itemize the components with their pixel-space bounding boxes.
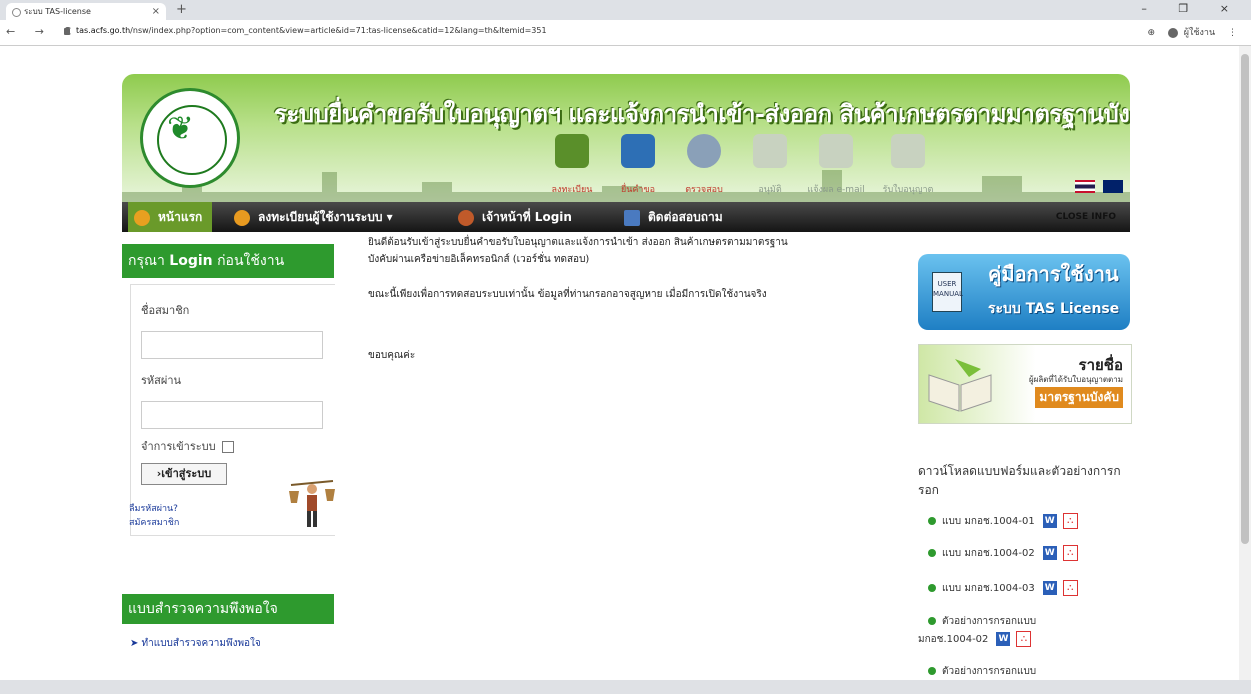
process-steps: ลงทะเบียน ยื่นคำขอ ตรวจสอบ อนุมัติ แจ้งผ… [542, 134, 1002, 200]
bullet-icon [928, 549, 936, 557]
close-info-link[interactable]: CLOSE INFO [1056, 202, 1116, 232]
pdf-icon[interactable]: ⛬ [1062, 513, 1078, 529]
bullet-icon [928, 517, 936, 525]
step-review: ตรวจสอบ [674, 134, 734, 196]
remember-me[interactable]: จำการเข้าระบบ [141, 437, 234, 455]
survey-link[interactable]: ➤ ทำแบบสำรวจความพึงพอใจ [130, 636, 261, 651]
page-content: ❦ ระบบยื่นคำขอรับใบอนุญาตฯ และแจ้งการนำเ… [122, 74, 1132, 694]
browser-tab-bar: ระบบ TAS-license × + – ❐ × [0, 0, 1251, 20]
form-icon [621, 134, 655, 168]
tab-title: ระบบ TAS-license [24, 7, 91, 16]
password-label: รหัสผ่าน [141, 374, 182, 387]
welcome-text-1: ยินดีต้อนรับเข้าสู่ระบบยื่นคำขอรับใบอนุญ… [368, 237, 788, 248]
word-icon[interactable]: W [996, 632, 1011, 646]
login-form: ชื่อสมาชิก รหัสผ่าน จำการเข้าระบบ ›เข้าส… [129, 284, 335, 536]
pdf-icon[interactable]: ⛬ [1062, 580, 1078, 596]
download-item-cont: มกอช.1004-02 W ⛬ [918, 631, 1032, 647]
home-icon [134, 209, 150, 226]
login-button[interactable]: ›เข้าสู่ระบบ [141, 463, 227, 485]
browser-right-controls: ⊕ ผู้ใช้งาน ⋮ [1147, 25, 1237, 39]
banner-title: ระบบยื่นคำขอรับใบอนุญาตฯ และแจ้งการนำเข้… [274, 99, 1130, 128]
step-register: ลงทะเบียน [542, 134, 602, 196]
test-notice: ขณะนี้เพียงเพื่อการทดสอบระบบเท่านั้น ข้อ… [368, 289, 767, 300]
download-item: แบบ มกอช.1004-01 W ⛬ [928, 513, 1078, 529]
step-email: แจ้งผล e-mail [806, 134, 866, 196]
browser-tab[interactable]: ระบบ TAS-license × [6, 3, 166, 20]
pdf-icon[interactable]: ⛬ [1062, 545, 1078, 561]
tab-close-icon[interactable]: × [152, 3, 160, 20]
url-field[interactable]: tas.acfs.go.th/nsw/index.php?option=com_… [76, 26, 547, 35]
approved-subtitle: ผู้ผลิตที่ได้รับใบอนุญาตตาม [1028, 375, 1123, 384]
forgot-password-link[interactable]: ลืมรหัสผ่าน? [129, 501, 178, 515]
username-label: ชื่อสมาชิก [141, 304, 190, 317]
profile-avatar-icon[interactable] [1167, 27, 1178, 38]
word-icon[interactable]: W [1042, 546, 1057, 560]
login-title: กรุณา Login ก่อนใช้งาน [122, 244, 334, 278]
browser-menu-icon[interactable]: ⋮ [1228, 28, 1237, 38]
language-switcher [1072, 178, 1124, 197]
department-seal-logo: ❦ [140, 88, 240, 188]
step-certificate: รับใบอนุญาต [878, 134, 938, 196]
manual-title: คู่มือการใช้งาน [988, 262, 1119, 286]
approve-icon [753, 134, 787, 168]
word-icon[interactable]: W [1042, 514, 1057, 528]
bullet-icon [928, 617, 936, 625]
bullet-icon [928, 584, 936, 592]
contact-icon [624, 209, 640, 226]
download-item: แบบ มกอช.1004-03 W ⛬ [928, 580, 1078, 596]
step-apply: ยื่นคำขอ [608, 134, 668, 196]
favicon-icon [12, 8, 21, 17]
downloads-title: ดาวน์โหลดแบบฟอร์มและตัวอย่างการกรอก [918, 464, 1121, 497]
menu-contact[interactable]: ติดต่อสอบถาม [624, 202, 723, 232]
menu-staff-login[interactable]: เจ้าหน้าที่ Login [458, 202, 572, 232]
survey-title: แบบสำรวจความพึงพอใจ [122, 594, 334, 624]
window-controls[interactable]: – ❐ × [1141, 2, 1243, 15]
welcome-content: ยินดีต้อนรับเข้าสู่ระบบยื่นคำขอรับใบอนุญ… [368, 234, 898, 364]
menu-home[interactable]: หน้าแรก [128, 202, 213, 232]
menu-register[interactable]: ลงทะเบียนผู้ใช้งานระบบ ▾ [234, 202, 393, 232]
bullet-icon [928, 667, 936, 675]
password-input[interactable] [141, 401, 323, 429]
staff-icon [458, 209, 474, 226]
pdf-icon[interactable]: ⛬ [1016, 631, 1032, 647]
magnifier-icon [687, 134, 721, 168]
address-bar: ← → C tas.acfs.go.th/nsw/index.php?optio… [0, 20, 1251, 46]
zoom-icon[interactable]: ⊕ [1147, 28, 1155, 38]
email-icon [819, 134, 853, 168]
farmer-illustration-icon [289, 480, 335, 527]
new-tab-button[interactable]: + [176, 2, 187, 17]
approved-producers-banner[interactable]: รายชื่อ ผู้ผลิตที่ได้รับใบอนุญาตตาม มาตร… [918, 344, 1132, 424]
profile-label[interactable]: ผู้ใช้งาน [1184, 28, 1215, 38]
register-icon [555, 134, 589, 168]
remember-checkbox[interactable] [221, 441, 234, 453]
uk-flag-icon[interactable] [1103, 180, 1124, 193]
thai-flag-icon[interactable] [1075, 180, 1095, 193]
download-item: ตัวอย่างการกรอกแบบ [928, 664, 1036, 679]
username-input[interactable] [141, 331, 323, 359]
approved-tag: มาตรฐานบังคับ [1035, 387, 1123, 408]
word-icon[interactable]: W [1042, 581, 1057, 595]
user-manual-banner[interactable]: USER MANUAL คู่มือการใช้งาน ระบบ TAS Lic… [918, 254, 1130, 330]
download-item: แบบ มกอช.1004-02 W ⛬ [928, 545, 1078, 561]
manual-subtitle: ระบบ TAS License [988, 301, 1120, 317]
register-link[interactable]: สมัครสมาชิก [129, 515, 179, 529]
scrollbar-thumb[interactable] [1241, 54, 1249, 544]
user-add-icon [234, 209, 250, 226]
thanks-text: ขอบคุณค่ะ [368, 350, 416, 361]
main-menu: หน้าแรก ลงทะเบียนผู้ใช้งานระบบ ▾ เจ้าหน้… [122, 202, 1130, 232]
download-item: ตัวอย่างการกรอกแบบ [928, 614, 1036, 629]
certificate-icon [891, 134, 925, 168]
step-approve: อนุมัติ [740, 134, 800, 196]
open-book-icon [928, 359, 992, 412]
lock-icon[interactable] [64, 28, 70, 35]
scrollbar[interactable] [1239, 46, 1251, 680]
site-banner: ❦ ระบบยื่นคำขอรับใบอนุญาตฯ และแจ้งการนำเ… [122, 74, 1130, 202]
welcome-text-2: บังคับผ่านเครือข่ายอิเล็คทรอนิกส์ (เวอร์… [368, 254, 590, 265]
manual-book-icon: USER MANUAL [932, 272, 963, 312]
